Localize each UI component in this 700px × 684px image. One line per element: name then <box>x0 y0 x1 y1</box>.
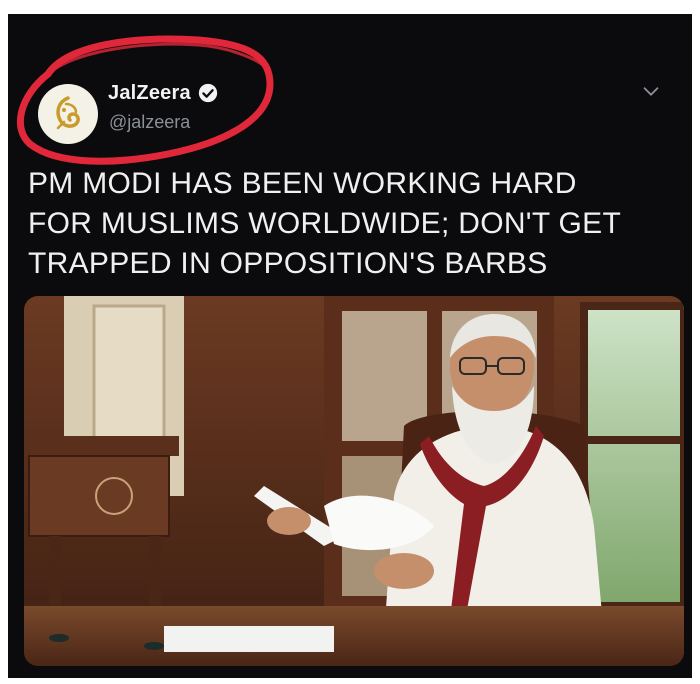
avatar[interactable] <box>38 84 98 144</box>
tweet-text: PM MODI HAS BEEN WORKING HARD FOR MUSLIM… <box>28 167 622 280</box>
photo-scene <box>24 296 684 666</box>
verified-badge-icon <box>198 83 217 103</box>
chevron-down-icon[interactable] <box>640 80 662 102</box>
display-name[interactable]: JalZeera <box>108 82 191 105</box>
tweet-card[interactable]: JalZeera @jalzeera PM MODI HAS BEEN WORK… <box>8 14 692 678</box>
screenshot-frame: JalZeera @jalzeera PM MODI HAS BEEN WORK… <box>0 0 700 684</box>
tweet-photo[interactable] <box>24 296 684 666</box>
author-handle[interactable]: @jalzeera <box>109 112 190 133</box>
author-name-row[interactable]: JalZeera <box>108 80 219 106</box>
al-jazeera-logo-icon <box>56 96 80 130</box>
